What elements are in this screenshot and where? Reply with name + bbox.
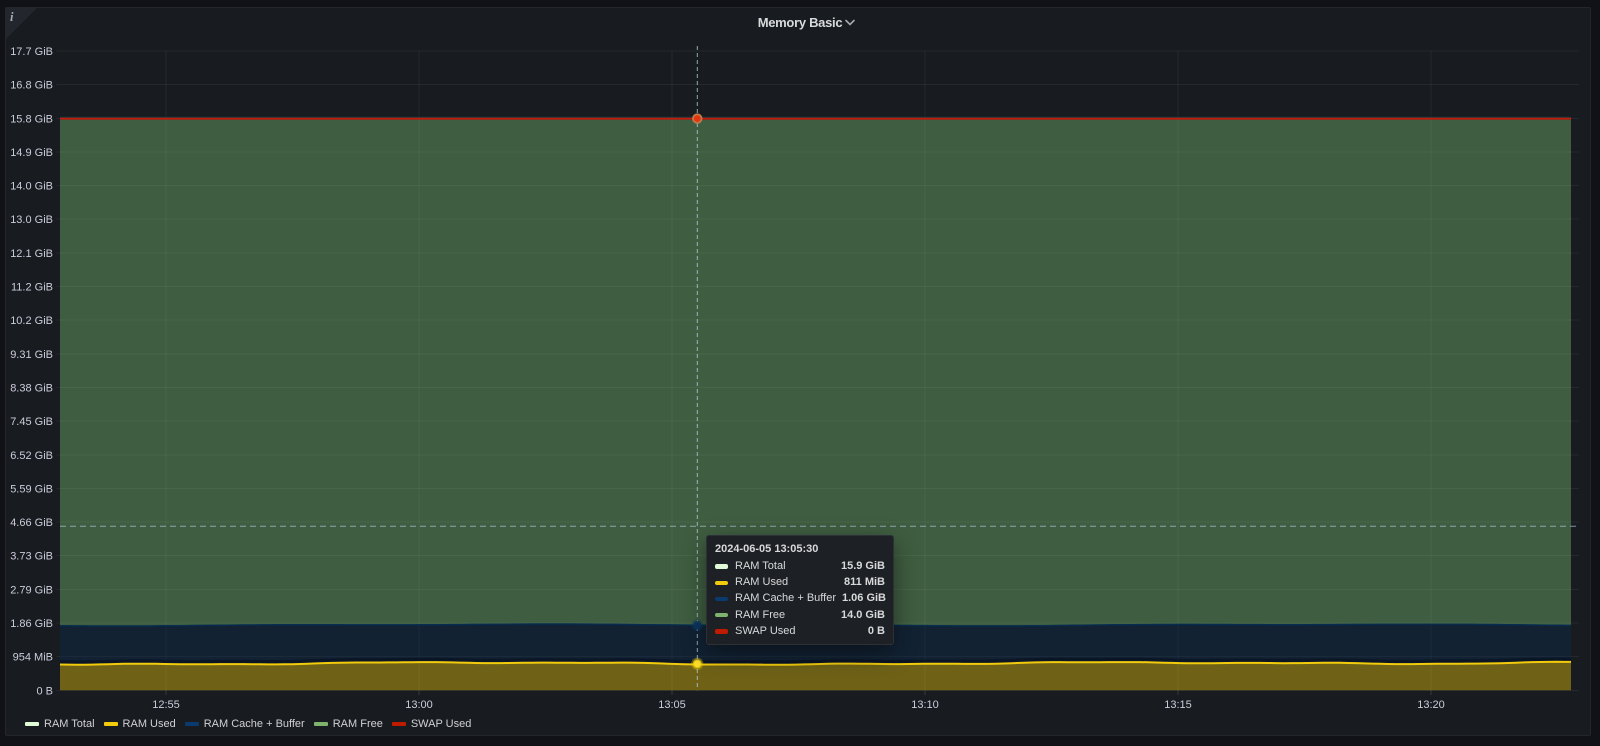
svg-text:17.7 GiB: 17.7 GiB (10, 46, 53, 58)
svg-text:12:55: 12:55 (152, 699, 180, 711)
svg-text:12.1 GiB: 12.1 GiB (10, 248, 53, 260)
svg-text:11.2 GiB: 11.2 GiB (11, 282, 53, 294)
svg-text:13:15: 13:15 (1164, 699, 1192, 711)
svg-text:5.59 GiB: 5.59 GiB (10, 483, 53, 495)
svg-text:1.86 GiB: 1.86 GiB (10, 618, 53, 630)
svg-text:14.0 GiB: 14.0 GiB (10, 181, 53, 193)
svg-text:13.0 GiB: 13.0 GiB (10, 214, 53, 226)
svg-text:14.9 GiB: 14.9 GiB (10, 147, 53, 159)
svg-text:13:05: 13:05 (658, 699, 686, 711)
svg-text:3.73 GiB: 3.73 GiB (10, 551, 53, 563)
svg-text:954 MiB: 954 MiB (13, 652, 53, 664)
svg-text:13:10: 13:10 (911, 699, 939, 711)
svg-text:0 B: 0 B (36, 685, 53, 697)
svg-text:8.38 GiB: 8.38 GiB (10, 383, 53, 395)
svg-text:4.66 GiB: 4.66 GiB (10, 517, 53, 529)
svg-text:2.79 GiB: 2.79 GiB (10, 584, 53, 596)
svg-text:16.8 GiB: 16.8 GiB (10, 80, 53, 92)
svg-text:13:20: 13:20 (1417, 699, 1445, 711)
svg-text:6.52 GiB: 6.52 GiB (10, 450, 53, 462)
svg-text:9.31 GiB: 9.31 GiB (10, 349, 53, 361)
svg-text:13:00: 13:00 (405, 699, 433, 711)
svg-text:7.45 GiB: 7.45 GiB (10, 416, 53, 428)
svg-text:15.8 GiB: 15.8 GiB (10, 113, 53, 125)
svg-text:10.2 GiB: 10.2 GiB (10, 315, 53, 327)
